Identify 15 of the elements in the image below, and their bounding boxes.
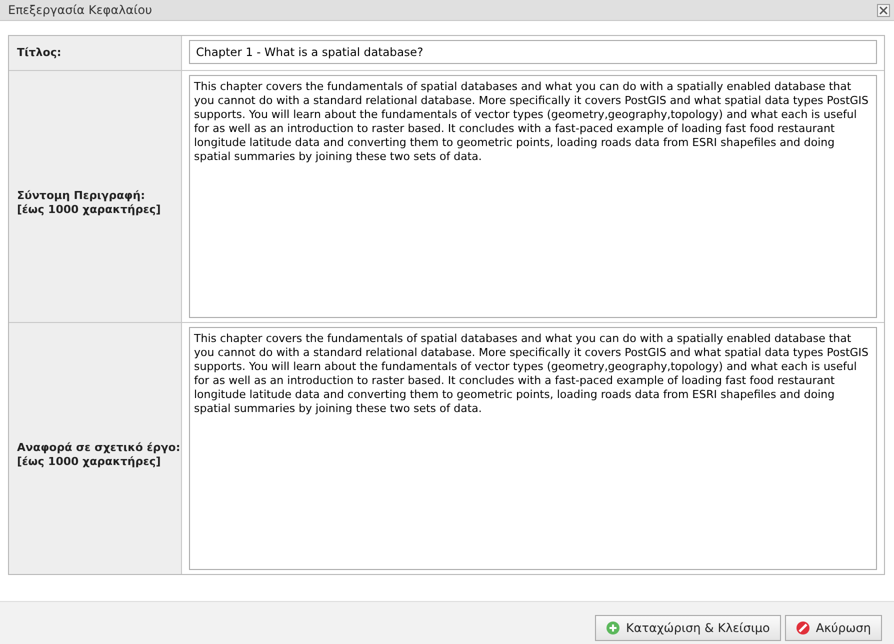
field-label: Τίτλος: xyxy=(17,46,62,60)
forbidden-icon xyxy=(796,621,810,635)
field-hint: [έως 1000 χαρακτήρες] xyxy=(17,202,161,216)
field-label: Σύντομη Περιγραφή: xyxy=(17,188,146,202)
plus-icon xyxy=(606,621,620,635)
text-area[interactable]: This chapter covers the fundamentals of spatial databases and what you can do with a spatially enabled database that you cannot do with a standard relational database. More specifically it covers PostGIS and what spatial data types PostGIS supports. You will learn about the fundamentals of vector types (geometry,geography,topology) and what each is useful for as well as an introduction to raster based. It concludes with a fast-paced example of loading fast food restaurant longitude latitude data and converting them to geometric points, loading roads data from ESRI shapefiles and doing spatial summaries by joining these two sets of data. xyxy=(189,75,877,318)
save-button[interactable]: Καταχώριση & Κλείσιμο xyxy=(594,615,781,641)
close-icon xyxy=(879,6,888,14)
cancel-button[interactable]: Ακύρωση xyxy=(784,615,882,641)
field-hint: [έως 1000 χαρακτήρες] xyxy=(17,454,162,468)
close-button[interactable] xyxy=(877,4,890,16)
title-field[interactable]: Chapter 1 - What is a spatial database? xyxy=(189,40,877,64)
window-title: Επεξεργασία Κεφαλαίου xyxy=(8,3,152,17)
field-label: Αναφορά σε σχετικό έργο: xyxy=(17,440,180,454)
text-area[interactable]: This chapter covers the fundamentals of spatial databases and what you can do with a spatially enabled database that you cannot do with a standard relational database. More specifically it covers PostGIS and what spatial data types PostGIS supports. You will learn about the fundamentals of vector types (geometry,geography,topology) and what each is useful for as well as an introduction to raster based. It concludes with a fast-paced example of loading fast food restaurant longitude latitude data and converting them to geometric points, loading roads data from ESRI shapefiles and doing spatial summaries by joining these two sets of data. xyxy=(189,327,877,570)
